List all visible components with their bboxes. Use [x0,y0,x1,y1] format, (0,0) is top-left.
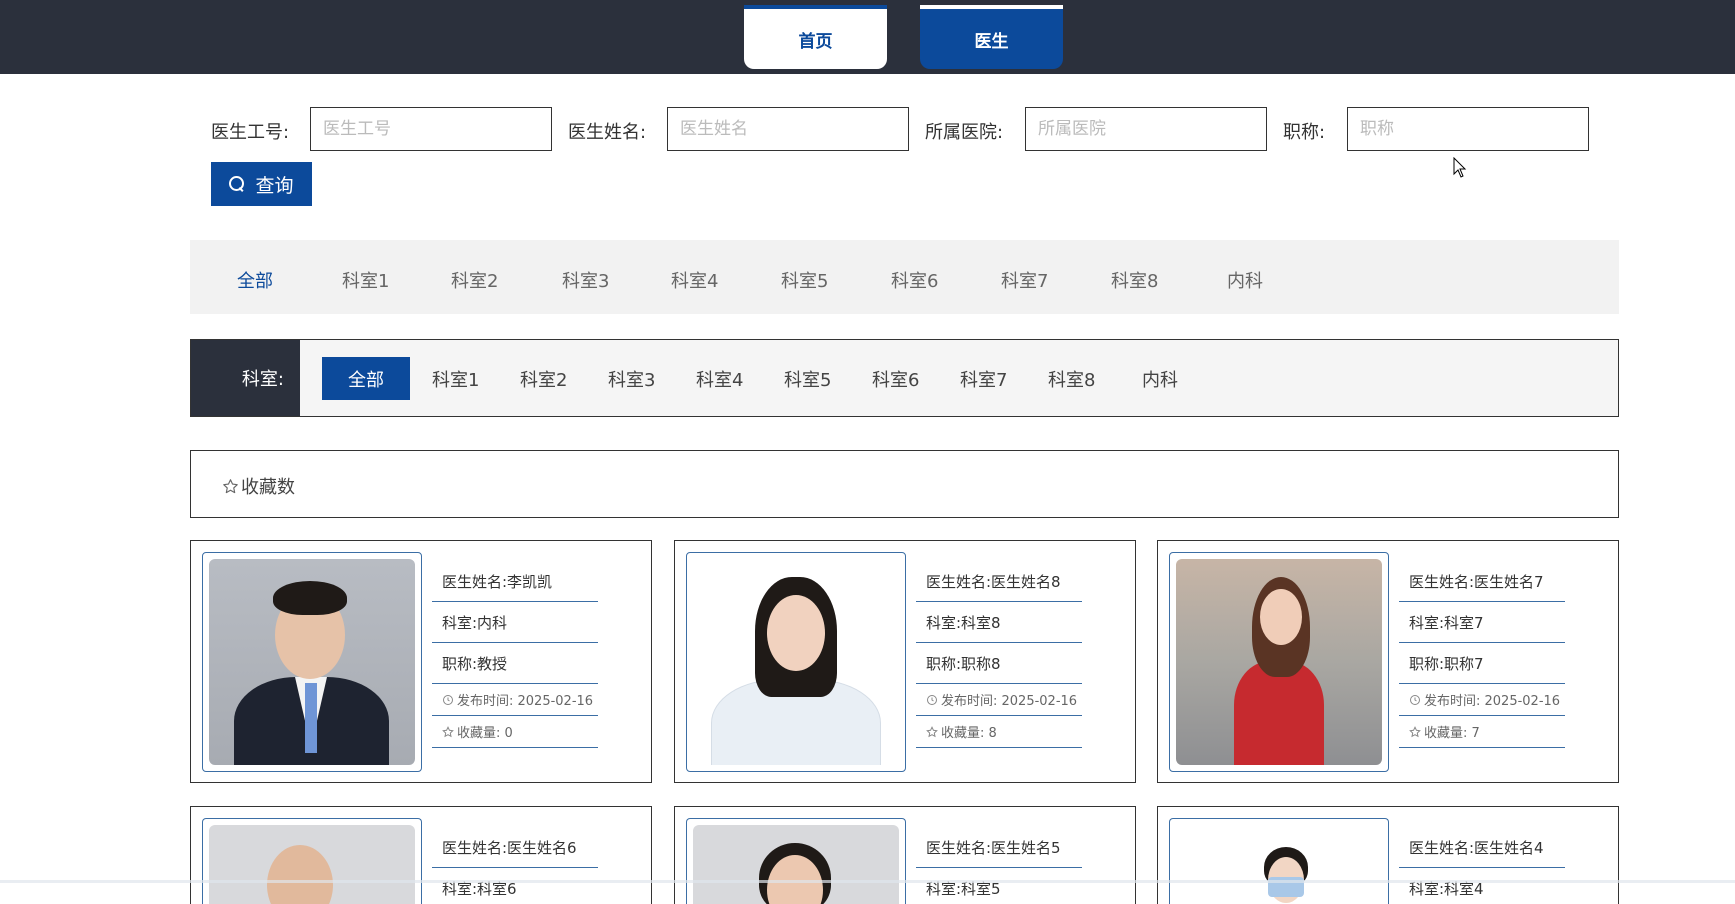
publish-time: 发布时间: 2025-02-16 [1399,684,1565,716]
filter-dept-5[interactable]: 科室5 [784,357,831,400]
doctor-department: 科室:内科 [432,602,598,643]
hospital-label: 所属医院: [925,122,1004,143]
doctor-department: 科室:科室5 [926,880,1001,898]
doctor-name: 医生姓名:李凯凯 [432,561,598,602]
star-outline-icon [926,725,938,737]
department-tabs: 全部 科室1 科室2 科室3 科室4 科室5 科室6 科室7 科室8 内科 [190,240,1619,314]
publish-time: 发布时间: 2025-02-16 [432,684,598,716]
filter-dept-all[interactable]: 全部 [322,357,410,400]
star-outline-icon [223,478,238,493]
doctor-title: 职称:职称8 [916,643,1082,684]
search-button-label: 查询 [255,174,294,197]
favorite-count-text: 收藏量: 8 [941,726,997,741]
star-outline-icon [442,725,454,737]
filter-dept-2[interactable]: 科室2 [520,357,567,400]
doctor-title: 职称:职称7 [1399,643,1565,684]
doctor-card[interactable]: 医生姓名:医生姓名8 科室:科室8 职称:职称8 发布时间: 2025-02-1… [674,540,1136,783]
filter-dept-6[interactable]: 科室6 [872,357,919,400]
doctor-department: 科室:科室4 [1409,880,1484,898]
sort-bar: 收藏数 [190,450,1619,518]
publish-time: 发布时间: 2025-02-16 [916,684,1082,716]
clock-icon [927,694,937,705]
dept-tab-7[interactable]: 科室7 [1001,267,1048,293]
doctor-photo [686,552,906,772]
doctor-card[interactable]: 医生姓名:李凯凯 科室:内科 职称:教授 发布时间: 2025-02-16 收藏… [190,540,652,783]
department-filter-label: 科室: [191,340,300,416]
dept-tab-3[interactable]: 科室3 [562,267,609,293]
doctor-card[interactable]: 医生姓名:医生姓名5 科室:科室5 [674,806,1136,904]
doctor-card[interactable]: 医生姓名:医生姓名4 科室:科室4 [1157,806,1619,904]
favorite-count: 收藏量: 0 [432,716,598,748]
doctor-name-label: 医生姓名: [568,122,647,143]
filter-dept-1[interactable]: 科室1 [432,357,479,400]
search-icon [229,176,245,192]
dept-tab-4[interactable]: 科室4 [671,267,718,293]
dept-tab-5[interactable]: 科室5 [781,267,828,293]
doctor-name: 医生姓名:医生姓名5 [916,827,1082,868]
star-outline-icon [1409,725,1421,737]
sort-by-favorites[interactable]: 收藏数 [222,473,295,499]
clock-icon [1410,694,1420,705]
dept-tab-6[interactable]: 科室6 [891,267,938,293]
search-button[interactable]: 查询 [211,162,312,206]
dept-tab-internal[interactable]: 内科 [1227,267,1263,293]
dept-tab-1[interactable]: 科室1 [342,267,389,293]
clock-icon [443,694,453,705]
filter-dept-3[interactable]: 科室3 [608,357,655,400]
title-input[interactable] [1347,107,1589,151]
title-label: 职称: [1283,122,1326,143]
favorite-count: 收藏量: 8 [916,716,1082,748]
sort-by-favorites-label: 收藏数 [241,477,295,498]
doctor-name: 医生姓名:医生姓名7 [1399,561,1565,602]
top-nav-bar: 首页 医生 [0,0,1735,74]
doctor-department: 科室:科室7 [1399,602,1565,643]
doctor-title: 职称:教授 [432,643,598,684]
doctor-department: 科室:科室8 [916,602,1082,643]
department-filter: 科室: 全部 科室1 科室2 科室3 科室4 科室5 科室6 科室7 科室8 内… [190,339,1619,417]
publish-time-text: 发布时间: 2025-02-16 [457,694,594,709]
doctor-name: 医生姓名:医生姓名8 [916,561,1082,602]
filter-dept-internal[interactable]: 内科 [1142,357,1178,400]
filter-dept-4[interactable]: 科室4 [696,357,743,400]
nav-tab-doctor[interactable]: 医生 [920,5,1063,69]
filter-dept-8[interactable]: 科室8 [1048,357,1095,400]
doctor-name: 医生姓名:医生姓名6 [432,827,598,868]
nav-tab-home[interactable]: 首页 [744,5,887,69]
doctor-photo [202,818,422,904]
publish-time-text: 发布时间: 2025-02-16 [1424,694,1561,709]
doctor-id-input[interactable] [310,107,552,151]
doctor-photo [1169,552,1389,772]
doctor-name-input[interactable] [667,107,909,151]
filter-dept-7[interactable]: 科室7 [960,357,1007,400]
doctor-department: 科室:科室6 [442,880,517,898]
hospital-input[interactable] [1025,107,1267,151]
doctor-card[interactable]: 医生姓名:医生姓名6 科室:科室6 [190,806,652,904]
favorite-count-text: 收藏量: 7 [1424,726,1480,741]
doctor-photo [1169,818,1389,904]
doctor-photo [686,818,906,904]
doctor-name: 医生姓名:医生姓名4 [1399,827,1565,868]
dept-tab-all[interactable]: 全部 [237,267,273,293]
doctor-card[interactable]: 医生姓名:医生姓名7 科室:科室7 职称:职称7 发布时间: 2025-02-1… [1157,540,1619,783]
favorite-count-text: 收藏量: 0 [457,726,513,741]
dept-tab-8[interactable]: 科室8 [1111,267,1158,293]
horizontal-scrollbar[interactable] [0,880,1735,883]
doctor-id-label: 医生工号: [211,122,290,143]
doctor-photo [202,552,422,772]
dept-tab-2[interactable]: 科室2 [451,267,498,293]
favorite-count: 收藏量: 7 [1399,716,1565,748]
publish-time-text: 发布时间: 2025-02-16 [941,694,1078,709]
